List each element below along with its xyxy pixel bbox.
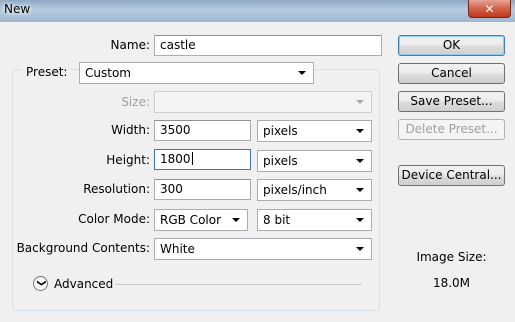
chevron-down-icon (298, 71, 306, 75)
title-bar[interactable]: New ✕ (0, 0, 515, 22)
background-contents-label: Background Contents: (16, 241, 150, 255)
size-dropdown[interactable] (154, 91, 372, 113)
image-size-label: Image Size: (416, 250, 487, 264)
dialog-body: Name: castle Preset: Custom Size: Width:… (0, 22, 515, 322)
device-central-button[interactable]: Device Central... (398, 165, 505, 186)
resolution-unit-dropdown[interactable]: pixels/inch (257, 179, 372, 201)
preset-value: Custom (85, 66, 131, 80)
height-input[interactable]: 1800 (154, 149, 251, 170)
preset-label: Preset: (22, 62, 72, 82)
chevron-down-icon (232, 218, 240, 222)
chevron-down-icon (356, 188, 364, 192)
save-preset-button[interactable]: Save Preset... (398, 91, 505, 112)
name-input[interactable]: castle (154, 35, 382, 56)
image-size-value: 18.0M (432, 276, 471, 290)
close-button[interactable]: ✕ (468, 0, 511, 18)
resolution-unit-value: pixels/inch (263, 183, 327, 197)
name-label: Name: (110, 38, 150, 52)
color-mode-value: RGB Color (160, 213, 222, 227)
width-unit-dropdown[interactable]: pixels (257, 120, 372, 142)
advanced-label[interactable]: Advanced (54, 274, 114, 294)
chevron-down-icon (356, 247, 364, 251)
height-unit-dropdown[interactable]: pixels (257, 150, 372, 172)
cancel-button[interactable]: Cancel (398, 63, 505, 84)
size-label: Size: (121, 95, 150, 109)
chevron-down-icon (356, 159, 364, 163)
color-mode-label: Color Mode: (78, 212, 150, 226)
bit-depth-dropdown[interactable]: 8 bit (257, 209, 372, 231)
width-label: Width: (111, 123, 150, 137)
advanced-expand-button[interactable]: ❯ (33, 276, 48, 291)
height-unit-value: pixels (263, 154, 298, 168)
delete-preset-button[interactable]: Delete Preset... (398, 119, 505, 140)
background-contents-value: White (160, 242, 195, 256)
double-chevron-down-icon: ❯ (35, 279, 46, 287)
advanced-divider (115, 284, 362, 285)
ok-button[interactable]: OK (398, 35, 505, 56)
close-icon: ✕ (484, 1, 495, 16)
height-label: Height: (106, 153, 150, 167)
width-unit-value: pixels (263, 124, 298, 138)
preset-dropdown[interactable]: Custom (79, 62, 314, 84)
chevron-down-icon (356, 129, 364, 133)
resolution-input[interactable]: 300 (154, 179, 251, 200)
window-title: New (4, 2, 31, 16)
width-input[interactable]: 3500 (154, 120, 251, 141)
background-contents-dropdown[interactable]: White (154, 238, 372, 260)
text-caret (191, 152, 193, 165)
color-mode-dropdown[interactable]: RGB Color (154, 209, 248, 231)
bit-depth-value: 8 bit (263, 213, 291, 227)
height-value: 1800 (160, 152, 191, 166)
resolution-label: Resolution: (83, 182, 150, 196)
chevron-down-icon (356, 100, 364, 104)
chevron-down-icon (356, 218, 364, 222)
